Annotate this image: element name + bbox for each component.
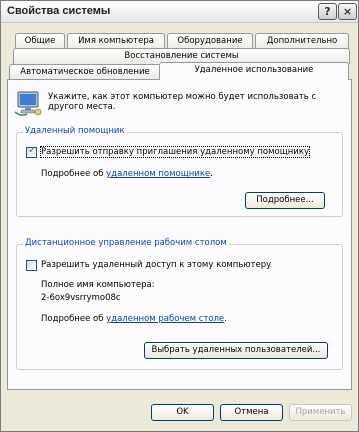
cancel-button[interactable]: Отмена [220,404,283,421]
checkmark-icon: ✓ [28,145,37,156]
remote-assistance-checkbox[interactable]: ✓ [26,145,37,158]
remote-assistance-checkbox-label[interactable]: Разрешить отправку приглашения удаленном… [40,146,310,158]
more-prefix: Подробнее об [41,314,107,324]
more-prefix: Подробнее об [41,169,107,179]
remote-desktop-checkbox[interactable] [26,260,37,271]
close-button[interactable]: × [338,3,357,20]
title-bar[interactable]: Свойства системы ? × [1,1,358,23]
remote-desktop-checkbox-label[interactable]: Разрешить удаленный доступ к этому компь… [41,260,271,270]
remote-desktop-title: Дистанционное управление рабочим столом [23,238,229,248]
remote-assistance-title: Удаленный помощник [23,126,127,136]
more-suffix: . [224,314,227,324]
computer-name-value: 2-6ox9vsrrymo08c [41,293,121,303]
help-button[interactable]: ? [318,3,337,20]
remote-assistance-link[interactable]: удаленном помощнике [106,169,210,179]
tab-hardware[interactable]: Оборудование [167,33,253,49]
computer-remote-icon [14,91,42,116]
tab-general[interactable]: Общие [15,33,65,49]
ok-button[interactable]: OK [151,404,214,421]
system-properties-dialog: Свойства системы ? × Общие Имя компьютер… [0,0,359,432]
apply-button[interactable]: Применить [289,404,352,421]
tab-advanced[interactable]: Дополнительно [255,33,349,49]
remote-desktop-link[interactable]: удаленном рабочем столе [106,314,224,324]
full-computer-name-label: Полное имя компьютера: [41,280,155,290]
remote-assistance-more-text: Подробнее об удаленном помощнике. [41,169,213,179]
tab-automatic-updates[interactable]: Автоматическое обновление [9,64,161,80]
intro-text-line1: Укажите, как этот компьютер можно будет … [48,92,317,102]
tab-remote[interactable]: Удаленное использование [159,62,349,80]
tab-computer-name[interactable]: Имя компьютера [67,33,165,49]
advanced-button[interactable]: Подробнее... [245,192,325,209]
window-title: Свойства системы [7,5,111,17]
more-suffix: . [210,169,213,179]
intro-text-line2: другого места. [48,102,116,112]
remote-desktop-more-text: Подробнее об удаленном рабочем столе. [41,314,227,324]
select-remote-users-button[interactable]: Выбрать удаленных пользователей... [144,342,328,359]
